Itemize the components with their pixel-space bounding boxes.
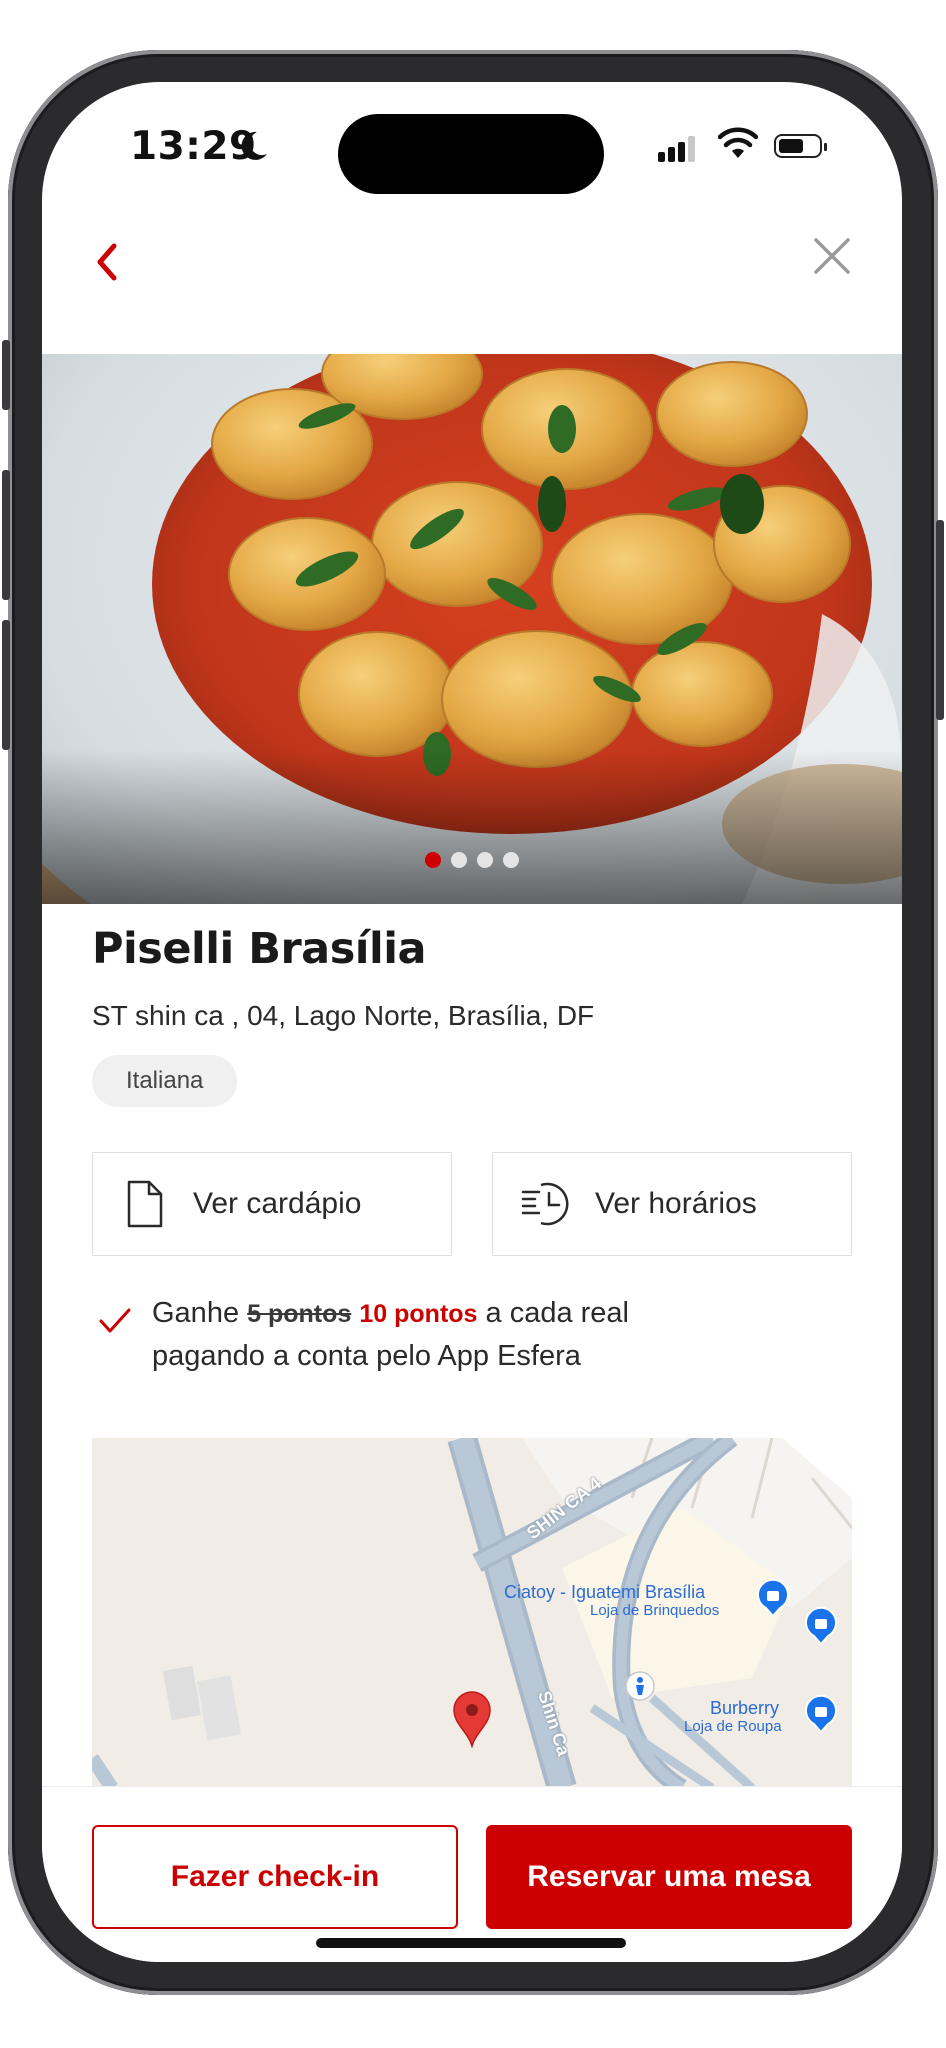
carousel-dots [42,852,902,868]
poi-1-category: Loja de Brinquedos [590,1602,720,1619]
location-map[interactable]: SHIN CA 4 Shin Ca Ciatoy - Iguatemi Bras… [92,1438,852,1788]
view-menu-label: Ver cardápio [193,1187,362,1220]
moon-icon [241,131,267,160]
food-image [42,354,902,904]
chevron-left-icon [97,243,117,281]
new-points: 10 pontos [359,1300,478,1328]
poi-2-name: Burberry [710,1698,780,1718]
accessibility-icon[interactable] [624,1670,656,1702]
check-icon [99,1308,131,1333]
back-button[interactable] [82,232,132,292]
home-indicator[interactable] [316,1938,626,1948]
reserve-table-button[interactable]: Reservar uma mesa [486,1825,852,1929]
view-hours-button[interactable]: Ver horários [492,1152,852,1256]
volume-up-button [2,470,10,600]
restaurant-name: Piselli Brasília [92,924,427,974]
bottom-action-bar: Fazer check-in Reservar uma mesa [42,1786,902,1962]
points-suffix: a cada real [485,1297,630,1329]
carousel-dot-2[interactable] [451,852,467,868]
restaurant-address: ST shin ca , 04, Lago Norte, Brasília, D… [92,1000,595,1031]
view-hours-label: Ver horários [595,1187,757,1220]
clock-list-icon [521,1182,569,1226]
action-button [2,340,10,410]
shopping-pin-icon[interactable] [804,1606,838,1646]
app-screen: 13:29 Piselli Brasília ST shin ca , 04, … [42,82,902,1962]
cuisine-tag: Italiana [92,1055,238,1107]
poi-1-name: Ciatoy - Iguatemi Brasília [504,1582,706,1602]
shopping-pin-icon[interactable] [756,1578,790,1618]
check-in-button[interactable]: Fazer check-in [92,1825,458,1929]
carousel-dot-1[interactable] [425,852,441,868]
power-button [936,520,944,720]
wifi-icon [718,127,758,158]
poi-2-category: Loja de Roupa [684,1718,782,1735]
points-prefix: Ganhe [152,1297,240,1329]
carousel-dot-4[interactable] [503,852,519,868]
document-icon [127,1180,163,1228]
battery-icon [774,134,827,158]
points-line-2: pagando a conta pelo App Esfera [152,1340,581,1372]
view-menu-button[interactable]: Ver cardápio [92,1152,452,1256]
map-pin-icon[interactable] [450,1688,494,1748]
shopping-pin-icon[interactable] [804,1694,838,1734]
volume-down-button [2,620,10,750]
restaurant-photo[interactable] [42,354,902,904]
old-points: 5 pontos [247,1300,352,1328]
cellular-signal-icon [658,136,698,162]
dynamic-island [338,114,604,194]
carousel-dot-3[interactable] [477,852,493,868]
close-icon[interactable] [804,228,860,284]
